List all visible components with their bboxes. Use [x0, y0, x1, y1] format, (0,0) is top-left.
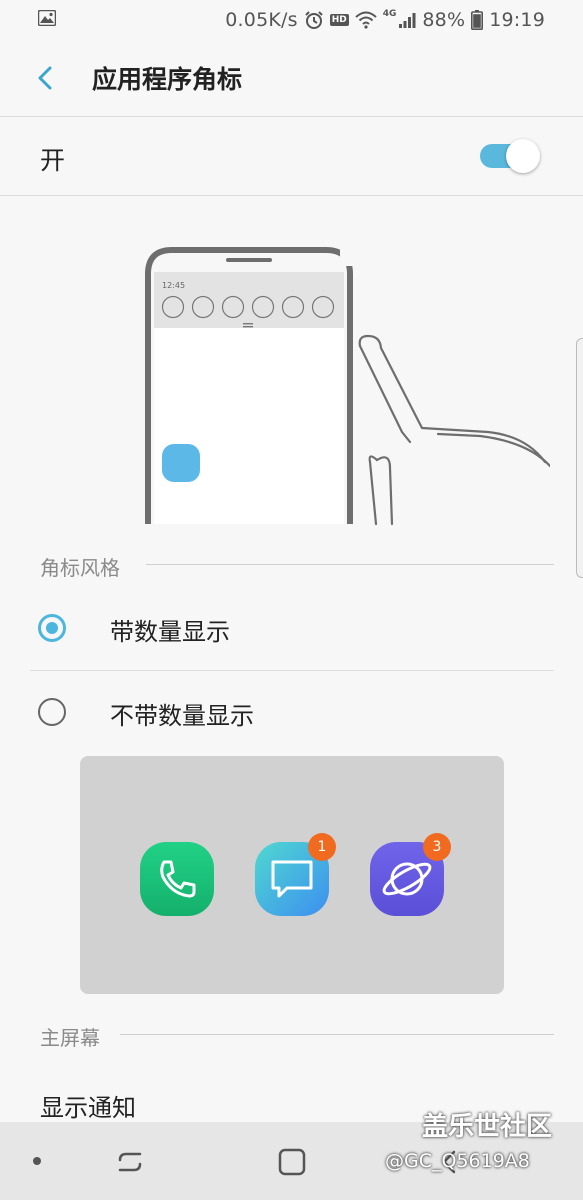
notification-badge: 1	[308, 833, 336, 861]
notification-badge: 3	[423, 833, 451, 861]
back-arrow-icon[interactable]	[30, 62, 62, 94]
radio-selected-icon[interactable]	[38, 614, 66, 642]
recent-apps-icon[interactable]	[112, 1144, 148, 1180]
section-title-badge-style: 角标风格	[40, 556, 120, 580]
app-header: 应用程序角标	[0, 40, 583, 116]
hd-voice-icon: HD	[329, 14, 349, 26]
network-speed: 0.05K/s	[225, 9, 298, 31]
wifi-icon	[355, 11, 377, 29]
watermark-title: 盖乐世社区	[422, 1112, 553, 1142]
master-switch-row[interactable]: 开	[0, 117, 583, 195]
section-title-home-screen: 主屏幕	[40, 1026, 100, 1050]
gallery-icon	[38, 10, 56, 26]
show-notifications-item[interactable]: 显示通知	[40, 1088, 136, 1123]
radio-unselected-icon[interactable]	[38, 698, 66, 726]
phone-app-icon	[140, 842, 214, 916]
clock: 19:19	[489, 9, 545, 31]
master-switch-label: 开	[40, 146, 66, 175]
radio-label: 不带数量显示	[110, 702, 254, 730]
switch-divider	[0, 195, 583, 196]
illustration-time: 12:45	[162, 281, 185, 290]
toggle-knob	[506, 139, 540, 173]
status-bar: 0.05K/s HD 4G 88% 19:19	[0, 0, 583, 40]
radio-label: 带数量显示	[110, 618, 230, 646]
swipe-illustration: 12:45	[145, 246, 550, 526]
battery-icon	[471, 10, 484, 30]
sample-app-icon	[162, 444, 200, 482]
section-divider	[120, 1034, 554, 1035]
nav-pin-dot-icon[interactable]	[33, 1157, 41, 1165]
radio-option-with-number[interactable]: 带数量显示	[0, 590, 583, 670]
home-icon[interactable]	[274, 1144, 310, 1180]
phone-icon	[160, 860, 196, 898]
status-icons: 0.05K/s HD 4G 88% 19:19	[225, 7, 545, 33]
hand-outline	[358, 334, 550, 526]
radio-option-without-number[interactable]: 不带数量显示	[0, 674, 583, 754]
alarm-icon	[305, 11, 323, 29]
battery-percent: 88%	[422, 9, 466, 31]
signal-icon	[399, 13, 416, 28]
edge-panel-handle[interactable]	[576, 338, 583, 578]
row-divider	[30, 670, 554, 671]
page-title: 应用程序角标	[92, 65, 243, 94]
badge-preview-panel: 1 3	[80, 756, 504, 994]
watermark-user: @GC_Q5619A8	[385, 1150, 530, 1172]
network-type: 4G	[382, 9, 397, 19]
master-toggle[interactable]	[480, 139, 542, 173]
section-divider	[146, 564, 554, 565]
